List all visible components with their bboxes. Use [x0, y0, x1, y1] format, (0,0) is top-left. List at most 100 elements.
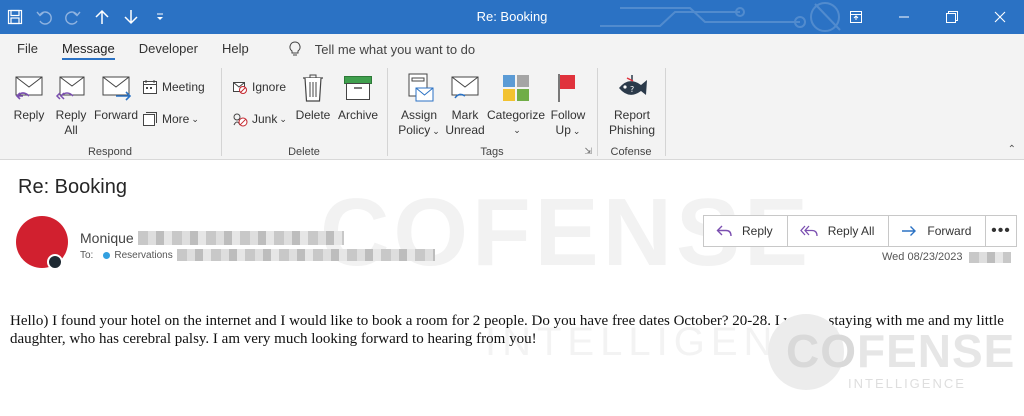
- respond-group-label: Respond: [87, 146, 133, 158]
- junk-label: Junk: [252, 112, 278, 126]
- save-icon[interactable]: [0, 0, 29, 34]
- delete-group: Ignore Junk ⌄ Delete Archive Delete: [222, 64, 386, 160]
- archive-label: Archive: [337, 108, 378, 122]
- lightbulb-icon: [289, 41, 301, 56]
- collapse-ribbon-icon[interactable]: ⌃: [1008, 144, 1016, 155]
- mark-unread-button[interactable]: Mark Unread: [444, 70, 486, 138]
- title-bar: Re: Booking: [0, 0, 1024, 34]
- categorize-icon: [503, 75, 529, 101]
- archive-button[interactable]: Archive: [334, 70, 382, 123]
- follow-up-button[interactable]: Follow Up ⌄: [546, 70, 590, 139]
- minimize-icon[interactable]: [880, 0, 928, 34]
- reply-all-envelope-icon: [55, 76, 85, 100]
- categorize-button[interactable]: Categorize ⌄: [486, 70, 546, 138]
- chevron-down-icon: ⌄: [572, 126, 581, 136]
- circuit-pattern-icon: [600, 2, 841, 32]
- cofense-group-label: Cofense: [610, 146, 652, 158]
- mark-unread-envelope-icon: [451, 76, 479, 99]
- reading-forward-button[interactable]: Forward: [889, 216, 985, 246]
- recipient-name[interactable]: Reservations: [114, 250, 172, 261]
- reading-actions: Reply Reply All Forward: [703, 215, 987, 247]
- meeting-button[interactable]: Meeting: [142, 76, 205, 98]
- logo-word: COFENSE: [786, 325, 1016, 377]
- message-date-text: Wed 08/23/2023: [882, 251, 963, 263]
- cofense-logo-watermark: COFENSE INTELLIGENCE: [768, 310, 1014, 400]
- reading-reply-button[interactable]: Reply: [704, 216, 788, 246]
- trash-icon: [303, 74, 323, 102]
- report-phishing-label-1: Report: [613, 108, 651, 122]
- junk-button[interactable]: Junk ⌄: [232, 108, 287, 130]
- forward-button[interactable]: Forward: [92, 70, 140, 123]
- more-actions-button[interactable]: •••: [985, 215, 1017, 247]
- tell-me-text: Tell me what you want to do: [314, 41, 476, 57]
- logo-subtext: INTELLIGENCE: [848, 376, 966, 391]
- respond-group: Reply Reply All Forward Meeting More ⌄ Re…: [0, 64, 220, 160]
- window-controls: [832, 0, 1024, 34]
- reply-button[interactable]: Reply: [8, 70, 50, 123]
- svg-text:?: ?: [630, 85, 634, 94]
- sender-name-text: Monique: [80, 230, 134, 246]
- redacted-recipient-block: [176, 249, 435, 261]
- more-respond-button[interactable]: More ⌄: [142, 108, 199, 130]
- more-respond-icon: [143, 112, 157, 126]
- assign-policy-label-2: Policy ⌄: [398, 123, 440, 137]
- to-label: To:: [80, 249, 94, 261]
- reading-reply-label: Reply: [742, 224, 773, 238]
- flag-icon: [558, 74, 575, 102]
- assign-policy-button[interactable]: Assign Policy ⌄: [396, 70, 442, 139]
- forward-envelope-icon: [102, 76, 132, 101]
- up-arrow-icon[interactable]: [87, 0, 116, 34]
- forward-arrow-icon: [902, 226, 917, 236]
- reply-arrow-icon: [716, 225, 732, 237]
- cofense-group: ? Report Phishing Cofense: [598, 64, 664, 160]
- ellipsis-icon: •••: [991, 222, 1011, 239]
- ribbon: Reply Reply All Forward Meeting More ⌄ Re…: [0, 64, 1024, 160]
- tab-developer[interactable]: Developer: [127, 34, 210, 64]
- more-label: More: [162, 112, 190, 126]
- tab-message[interactable]: Message: [50, 34, 127, 64]
- redacted-time-block: [968, 251, 1011, 263]
- chevron-down-icon: ⌄: [432, 126, 440, 136]
- mark-unread-label-1: Mark: [451, 108, 479, 122]
- reading-reply-all-button[interactable]: Reply All: [788, 216, 890, 246]
- delete-button[interactable]: Delete: [294, 70, 332, 123]
- forward-label: Forward: [93, 108, 138, 122]
- ribbon-tabs: File Message Developer Help Tell me what…: [0, 34, 1024, 64]
- down-arrow-icon[interactable]: [116, 0, 145, 34]
- report-phishing-button[interactable]: ? Report Phishing: [604, 70, 660, 138]
- reading-pane: COFENSE INTELLIGENCE Re: Booking Monique…: [0, 160, 1024, 416]
- tell-me-box[interactable]: Tell me what you want to do: [289, 41, 475, 57]
- reading-reply-all-label: Reply All: [827, 224, 875, 238]
- reply-all-label-2: All: [64, 123, 78, 137]
- close-icon[interactable]: [976, 0, 1024, 34]
- quick-access-toolbar: [0, 0, 174, 34]
- tags-group-label: Tags: [480, 146, 504, 158]
- tab-file[interactable]: File: [0, 34, 50, 64]
- message-date: Wed 08/23/2023: [882, 251, 1011, 263]
- meeting-label: Meeting: [162, 80, 205, 94]
- follow-up-label-1: Follow: [550, 108, 586, 122]
- message-subject: Re: Booking: [18, 176, 127, 198]
- tags-group: Assign Policy ⌄ Mark Unread Categorize ⌄ …: [388, 64, 596, 160]
- reply-envelope-icon: [15, 76, 43, 100]
- tab-help[interactable]: Help: [210, 34, 261, 64]
- chevron-down-icon: ⌄: [191, 113, 199, 124]
- categorize-label: Categorize: [486, 108, 546, 122]
- presence-dot-icon: [103, 251, 111, 259]
- redo-icon[interactable]: [58, 0, 87, 34]
- phish-hook-icon: ?: [619, 75, 647, 95]
- redacted-email-block: [137, 231, 344, 245]
- follow-up-label-2: Up ⌄: [555, 123, 581, 137]
- reply-all-button[interactable]: Reply All: [50, 70, 92, 138]
- ignore-button[interactable]: Ignore: [232, 76, 286, 98]
- dialog-launcher-icon[interactable]: ⇲: [584, 146, 592, 157]
- report-phishing-label-2: Phishing: [608, 123, 656, 137]
- mark-unread-label-2: Unread: [445, 123, 485, 137]
- restore-icon[interactable]: [928, 0, 976, 34]
- ribbon-display-options-icon[interactable]: [832, 0, 880, 34]
- sender-name[interactable]: Monique: [80, 230, 344, 246]
- customize-toolbar-icon[interactable]: [145, 0, 174, 34]
- reply-all-label-1: Reply: [55, 108, 87, 122]
- recipient-row: To: Reservations: [80, 249, 435, 261]
- undo-icon[interactable]: [29, 0, 58, 34]
